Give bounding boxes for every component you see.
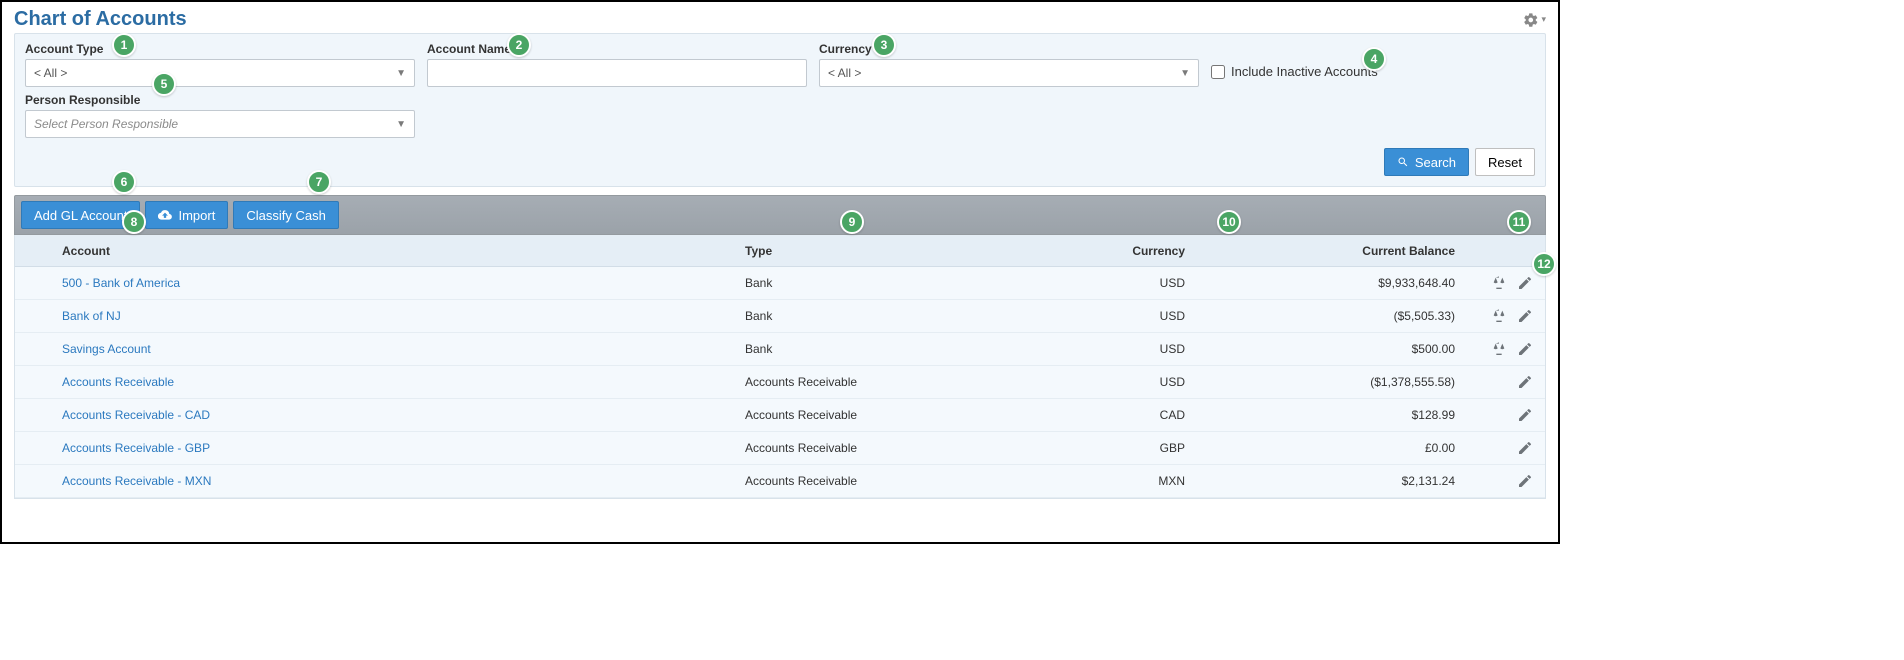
account-type-label: Account Type — [25, 42, 415, 56]
cell-type: Bank — [745, 342, 1025, 356]
account-type-select[interactable]: < All > ▼ — [25, 59, 415, 87]
settings-gear-icon[interactable]: ▾ — [1523, 12, 1546, 28]
cell-balance: $9,933,648.40 — [1205, 276, 1465, 290]
annotation-badge: 6 — [112, 170, 136, 194]
cell-currency: USD — [1025, 342, 1205, 356]
cell-currency: GBP — [1025, 441, 1205, 455]
edit-icon[interactable] — [1517, 341, 1533, 357]
cell-type: Accounts Receivable — [745, 375, 1025, 389]
table-row: Accounts Receivable Accounts Receivable … — [15, 366, 1545, 399]
annotation-badge: 12 — [1532, 252, 1556, 276]
annotation-badge: 1 — [112, 33, 136, 57]
col-balance[interactable]: Current Balance — [1205, 244, 1465, 258]
balance-scale-icon[interactable] — [1491, 308, 1507, 324]
include-inactive-label: Include Inactive Accounts — [1231, 64, 1378, 79]
account-link[interactable]: Accounts Receivable — [62, 375, 174, 389]
search-button[interactable]: Search — [1384, 148, 1469, 176]
annotation-badge: 10 — [1217, 210, 1241, 234]
cell-type: Accounts Receivable — [745, 441, 1025, 455]
edit-icon[interactable] — [1517, 473, 1533, 489]
reset-button[interactable]: Reset — [1475, 148, 1535, 176]
edit-icon[interactable] — [1517, 407, 1533, 423]
annotation-badge: 11 — [1507, 210, 1531, 234]
cell-balance: ($1,378,555.58) — [1205, 375, 1465, 389]
cell-currency: USD — [1025, 375, 1205, 389]
table-row: Accounts Receivable - GBP Accounts Recei… — [15, 432, 1545, 465]
balance-scale-icon[interactable] — [1491, 341, 1507, 357]
person-responsible-select[interactable]: Select Person Responsible ▼ — [25, 110, 415, 138]
annotation-badge: 4 — [1362, 47, 1386, 71]
cell-balance: $2,131.24 — [1205, 474, 1465, 488]
cell-type: Bank — [745, 276, 1025, 290]
page-title: Chart of Accounts — [14, 8, 187, 31]
import-button[interactable]: Import — [145, 201, 228, 229]
cell-currency: CAD — [1025, 408, 1205, 422]
account-link[interactable]: Accounts Receivable - CAD — [62, 408, 210, 422]
account-link[interactable]: Savings Account — [62, 342, 151, 356]
cell-currency: USD — [1025, 276, 1205, 290]
cell-balance: £0.00 — [1205, 441, 1465, 455]
action-bar: Add GL Account Import Classify Cash — [14, 195, 1546, 235]
account-link[interactable]: Accounts Receivable - GBP — [62, 441, 210, 455]
cell-type: Bank — [745, 309, 1025, 323]
table-row: Accounts Receivable - CAD Accounts Recei… — [15, 399, 1545, 432]
cell-type: Accounts Receivable — [745, 474, 1025, 488]
cell-type: Accounts Receivable — [745, 408, 1025, 422]
edit-icon[interactable] — [1517, 440, 1533, 456]
table-header-row: Account Type Currency Current Balance — [15, 235, 1545, 267]
account-name-label: Account Name — [427, 42, 807, 56]
cell-balance: ($5,505.33) — [1205, 309, 1465, 323]
table-row: Accounts Receivable - MXN Accounts Recei… — [15, 465, 1545, 498]
cell-currency: USD — [1025, 309, 1205, 323]
col-currency[interactable]: Currency — [1025, 244, 1205, 258]
col-account[interactable]: Account — [50, 244, 745, 258]
annotation-badge: 2 — [507, 33, 531, 57]
table-row: 500 - Bank of America Bank USD $9,933,64… — [15, 267, 1545, 300]
filter-panel: Account Type < All > ▼ Account Name Curr… — [14, 33, 1546, 187]
account-name-input[interactable] — [427, 59, 807, 87]
account-link[interactable]: 500 - Bank of America — [62, 276, 180, 290]
include-inactive-checkbox[interactable] — [1211, 65, 1225, 79]
chevron-down-icon: ▼ — [1180, 68, 1190, 79]
annotation-badge: 9 — [840, 210, 864, 234]
edit-icon[interactable] — [1517, 275, 1533, 291]
annotation-badge: 5 — [152, 72, 176, 96]
cloud-upload-icon — [158, 208, 172, 222]
chevron-down-icon: ▼ — [396, 119, 406, 130]
chevron-down-icon: ▼ — [396, 68, 406, 79]
classify-cash-button[interactable]: Classify Cash — [233, 201, 338, 229]
annotation-badge: 7 — [307, 170, 331, 194]
balance-scale-icon[interactable] — [1491, 275, 1507, 291]
account-link[interactable]: Accounts Receivable - MXN — [62, 474, 211, 488]
cell-balance: $128.99 — [1205, 408, 1465, 422]
col-type[interactable]: Type — [745, 244, 1025, 258]
search-icon — [1397, 156, 1409, 168]
cell-currency: MXN — [1025, 474, 1205, 488]
annotation-badge: 3 — [872, 33, 896, 57]
currency-select[interactable]: < All > ▼ — [819, 59, 1199, 87]
accounts-table: Account Type Currency Current Balance 50… — [14, 235, 1546, 499]
edit-icon[interactable] — [1517, 374, 1533, 390]
account-link[interactable]: Bank of NJ — [62, 309, 121, 323]
person-responsible-label: Person Responsible — [25, 93, 415, 107]
table-row: Bank of NJ Bank USD ($5,505.33) — [15, 300, 1545, 333]
annotation-badge: 8 — [122, 210, 146, 234]
table-row: Savings Account Bank USD $500.00 — [15, 333, 1545, 366]
edit-icon[interactable] — [1517, 308, 1533, 324]
cell-balance: $500.00 — [1205, 342, 1465, 356]
